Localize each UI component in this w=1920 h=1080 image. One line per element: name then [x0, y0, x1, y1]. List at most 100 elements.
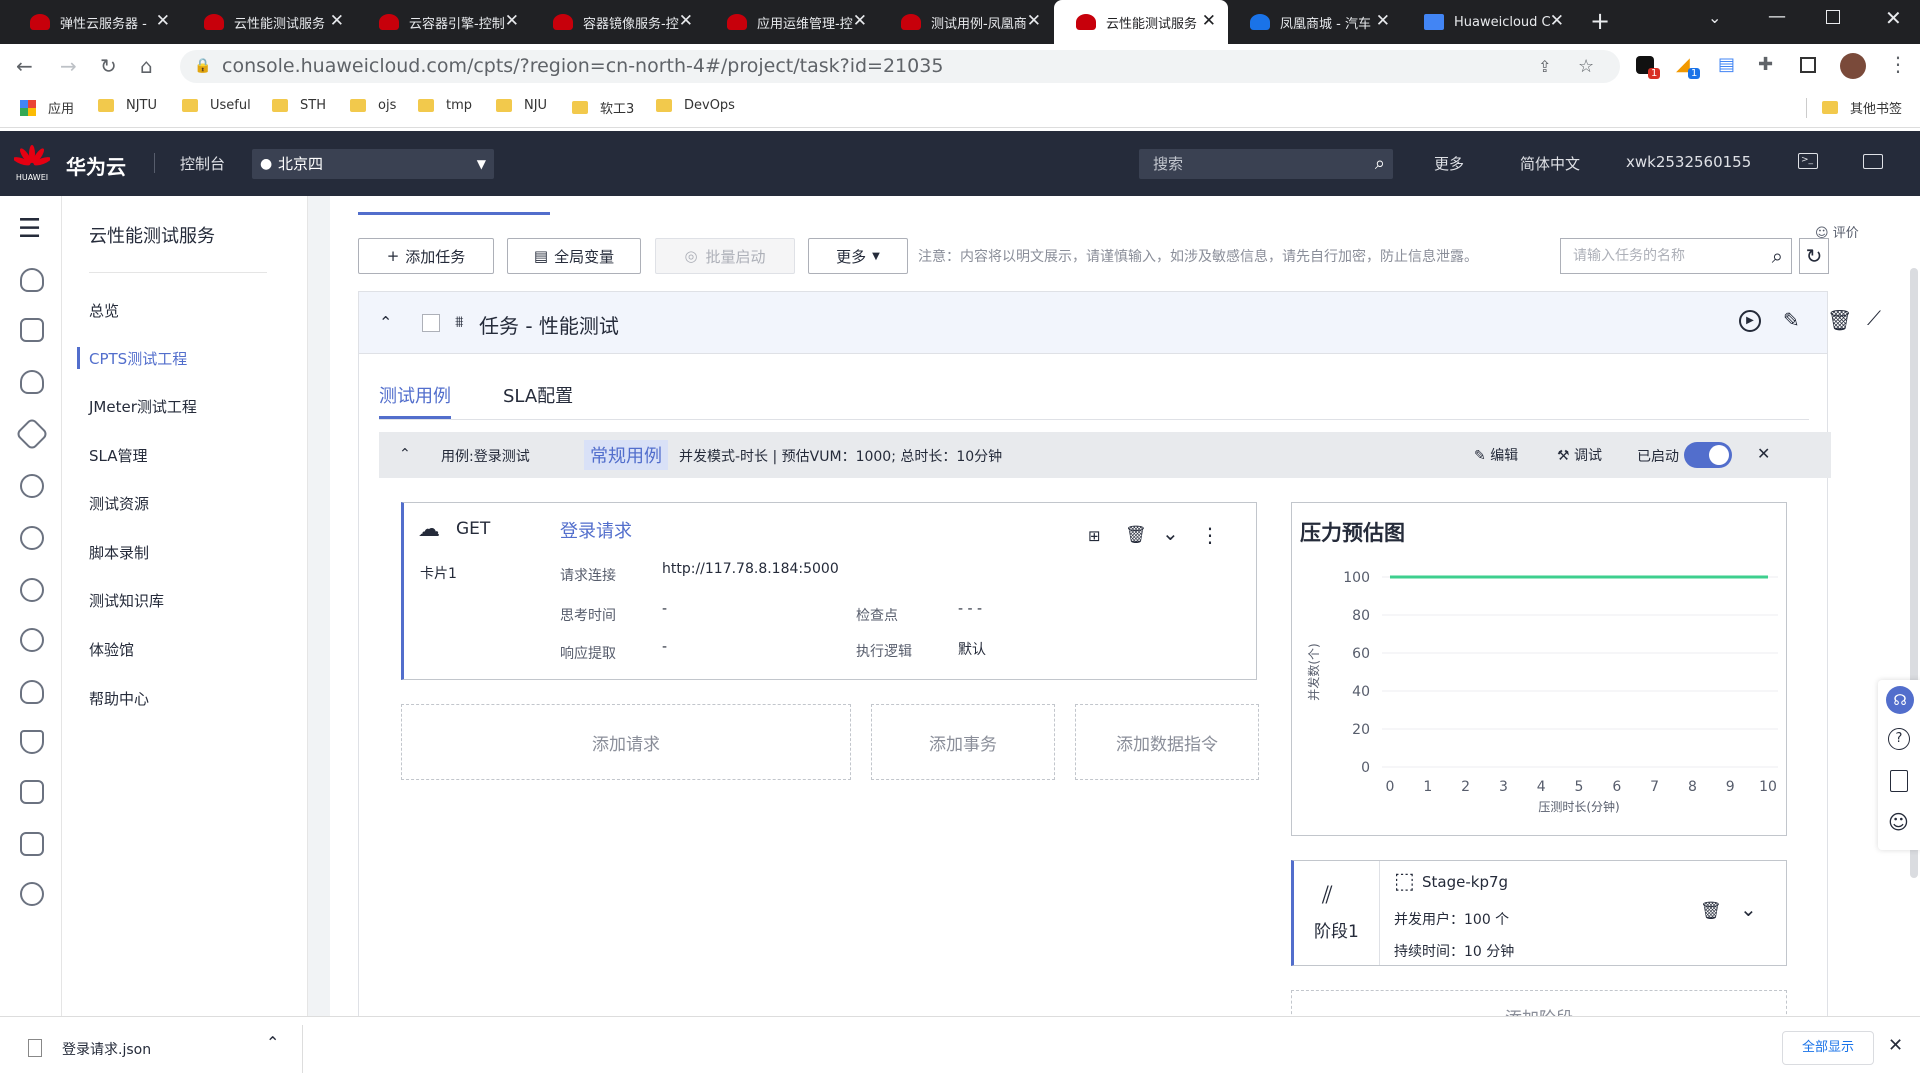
browser-tab[interactable]: 凤凰商城 - 汽车 ✕ — [1228, 0, 1402, 44]
expand-request-icon[interactable]: ⌄ — [1162, 521, 1179, 545]
language-select[interactable]: 简体中文 — [1520, 153, 1580, 174]
tab-sla-config[interactable]: SLA配置 — [503, 382, 573, 408]
smile-icon[interactable]: ☺ — [1888, 810, 1909, 834]
forward-icon[interactable]: → — [60, 54, 77, 78]
share-icon[interactable]: ⇪ — [1538, 50, 1551, 83]
storage-icon[interactable] — [20, 318, 44, 342]
minimize-button[interactable]: — — [1768, 6, 1786, 27]
bookmark-nju[interactable]: NJU — [496, 98, 547, 113]
tab-search-icon[interactable]: ⌄ — [1708, 8, 1721, 27]
case-debug-button[interactable]: ⚒ 调试 — [1557, 445, 1602, 465]
bookmark-njtu[interactable]: NJTU — [98, 98, 157, 113]
terminal-icon[interactable]: >_ — [1798, 153, 1818, 169]
bookmark-se3[interactable]: 软工3 — [572, 98, 634, 117]
browser-tab[interactable]: 应用运维管理-控 ✕ — [705, 0, 879, 44]
tab-close-icon[interactable]: ✕ — [679, 11, 693, 31]
console-search-input[interactable]: 搜索 ⌕ — [1139, 149, 1393, 179]
maximize-button[interactable] — [1826, 10, 1840, 24]
cloud-icon[interactable] — [20, 370, 44, 394]
delete-request-icon[interactable]: 🗑 — [1125, 525, 1147, 545]
sidebar-item-sla[interactable]: SLA管理 — [89, 445, 147, 466]
search-icon[interactable]: ⌕ — [1375, 149, 1385, 179]
sidebar-item-knowledge[interactable]: 测试知识库 — [89, 590, 164, 611]
close-download-bar-icon[interactable]: ✕ — [1888, 1035, 1903, 1056]
tab-close-icon[interactable]: ✕ — [505, 11, 519, 31]
browser-tab[interactable]: 云性能测试服务 ✕ — [182, 0, 356, 44]
new-tab-button[interactable]: + — [1590, 7, 1610, 35]
globe-icon[interactable] — [20, 578, 44, 602]
mail-icon[interactable] — [1863, 154, 1883, 169]
user-menu[interactable]: xwk2532560155 — [1626, 153, 1751, 171]
tab-close-icon[interactable]: ✕ — [1202, 11, 1216, 31]
collapse-icon[interactable]: ⌄ — [379, 312, 392, 331]
bookmark-ojs[interactable]: ojs — [350, 98, 396, 113]
bookmark-tmp[interactable]: tmp — [418, 98, 472, 113]
star-icon[interactable]: ☆ — [1578, 50, 1594, 83]
home-icon[interactable]: ⌂ — [140, 54, 153, 78]
brand-name[interactable]: 华为云 — [66, 151, 126, 180]
expand-stage-icon[interactable]: ⌄ — [1740, 897, 1757, 921]
huawei-logo[interactable]: HUAWEI — [13, 145, 51, 182]
add-task-button[interactable]: + 添加任务 — [358, 238, 494, 274]
browser-tab[interactable]: 容器镜像服务-控 ✕ — [531, 0, 705, 44]
case-close-icon[interactable]: ✕ — [1757, 444, 1770, 463]
refresh-button[interactable]: ↻ — [1799, 238, 1829, 274]
sidebar-item-cpts-project[interactable]: CPTS测试工程 — [89, 348, 187, 369]
shield-icon[interactable] — [20, 730, 44, 754]
browser-tab[interactable]: 测试用例-凤凰商 ✕ — [879, 0, 1053, 44]
show-all-downloads-button[interactable]: 全部显示 — [1782, 1031, 1874, 1065]
sidebar-item-jmeter-project[interactable]: JMeter测试工程 — [89, 396, 197, 417]
browser-tab[interactable]: Huaweicloud C ✕ — [1402, 0, 1576, 44]
case-enabled-toggle[interactable] — [1684, 442, 1732, 468]
sidebar-item-script-record[interactable]: 脚本录制 — [89, 542, 149, 563]
url-field[interactable]: 🔒 console.huaweicloud.com/cpts/?region=c… — [180, 50, 1620, 83]
tab-close-icon[interactable]: ✕ — [1027, 11, 1041, 31]
delete-task-icon[interactable]: 🗑 — [1827, 308, 1852, 332]
hamburger-menu-icon[interactable]: ☰ — [18, 214, 41, 244]
avatar[interactable] — [1840, 53, 1866, 79]
menu-icon[interactable]: ⋮ — [1888, 52, 1908, 76]
tab-close-icon[interactable]: ✕ — [156, 11, 170, 31]
close-window-button[interactable]: ✕ — [1885, 6, 1902, 30]
diamond-icon[interactable] — [20, 832, 44, 856]
feedback-icon[interactable] — [1890, 770, 1908, 792]
region-select[interactable]: ● 北京四 ▼ — [252, 149, 494, 179]
bookmark-sth[interactable]: STH — [272, 98, 326, 113]
console-link[interactable]: 控制台 — [180, 153, 225, 174]
run-task-icon[interactable]: ▶ — [1739, 310, 1761, 332]
sidebar-item-help[interactable]: 帮助中心 — [89, 688, 149, 709]
bookmark-other[interactable]: 其他书签 — [1822, 98, 1902, 117]
monitor-icon[interactable] — [20, 882, 44, 906]
search-icon[interactable]: ⌕ — [1772, 239, 1783, 273]
sidebar-item-resources[interactable]: 测试资源 — [89, 493, 149, 514]
reload-icon[interactable]: ↻ — [100, 54, 117, 78]
delete-stage-icon[interactable]: 🗑 — [1700, 901, 1722, 921]
cloud-server-icon[interactable] — [20, 268, 44, 292]
browser-tab[interactable]: 云性能测试服务 ✕ — [1054, 0, 1228, 44]
edit-task-icon[interactable]: ✎ — [1783, 308, 1800, 332]
sidebar-item-overview[interactable]: 总览 — [89, 300, 119, 321]
tab-close-icon[interactable]: ✕ — [330, 11, 344, 31]
puzzle-icon[interactable]: ✚ — [1758, 54, 1773, 75]
global-variables-button[interactable]: ▤ 全局变量 — [507, 238, 641, 274]
bookmark-useful[interactable]: Useful — [182, 98, 251, 113]
more-menu[interactable]: 更多 — [1434, 153, 1464, 174]
batch-start-button[interactable]: ◎ 批量启动 — [655, 238, 795, 274]
download-file-name[interactable]: 登录请求.json — [62, 1039, 151, 1059]
sidepanel-icon[interactable] — [1800, 57, 1816, 73]
task-search-input[interactable]: 请输入任务的名称 ⌕ — [1560, 238, 1792, 274]
chart-icon[interactable] — [20, 780, 44, 804]
database-icon[interactable] — [20, 628, 44, 652]
case-edit-button[interactable]: ✎ 编辑 — [1474, 445, 1518, 465]
download-chevron-icon[interactable]: ⌃ — [266, 1033, 279, 1052]
add-data-command-button[interactable]: 添加数据指令 — [1075, 704, 1259, 780]
help-icon[interactable]: ? — [1888, 728, 1910, 750]
feedback-link[interactable]: ☺ 评价 — [1815, 222, 1859, 241]
more-dropdown-button[interactable]: 更多 ▼ — [808, 238, 908, 274]
bookmark-devops[interactable]: DevOps — [656, 98, 735, 113]
ip-icon[interactable] — [20, 474, 44, 498]
tab-test-cases[interactable]: 测试用例 — [379, 382, 451, 408]
tab-close-icon[interactable]: ✕ — [1376, 11, 1390, 31]
bookmark-apps[interactable]: 应用 — [20, 98, 74, 117]
request-more-icon[interactable]: ⋮ — [1200, 523, 1220, 547]
